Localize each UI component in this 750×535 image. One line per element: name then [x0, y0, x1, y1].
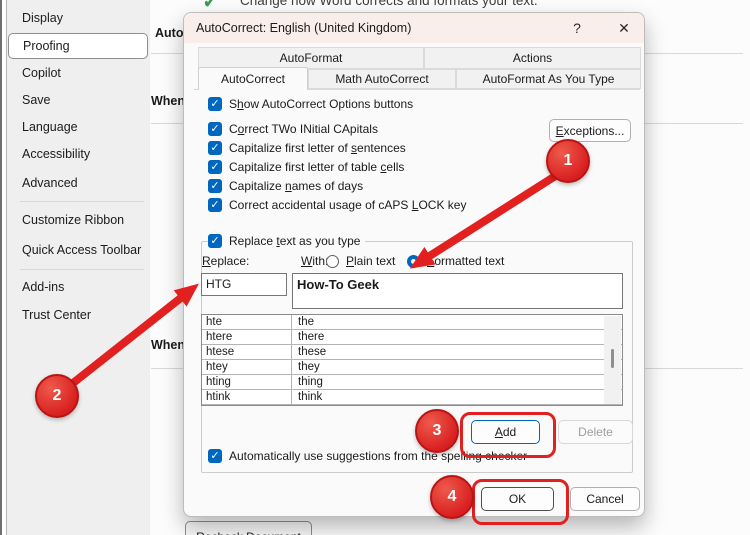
- radio-label: Formatted text: [427, 254, 505, 268]
- replace-cell: hte: [202, 315, 292, 329]
- table-row[interactable]: htere there: [202, 330, 622, 345]
- checkbox-capitalize-days[interactable]: Capitalize names of days: [208, 178, 363, 194]
- table-row[interactable]: htink think: [202, 390, 622, 405]
- with-cell: thing: [298, 376, 323, 388]
- table-row[interactable]: hte the: [202, 315, 622, 330]
- cancel-button[interactable]: Cancel: [570, 487, 640, 511]
- tab-autoformat-as-you-type[interactable]: AutoFormat As You Type: [456, 69, 641, 89]
- table-row[interactable]: htese these: [202, 345, 622, 360]
- checkbox-checked-icon: [208, 141, 222, 155]
- recheck-document-button[interactable]: Recheck Document: [185, 521, 312, 535]
- checkbox-checked-icon: [208, 198, 222, 212]
- dialog-title: AutoCorrect: English (United Kingdom): [196, 21, 412, 35]
- options-sidebar: Display Proofing Copilot Save Language A…: [7, 0, 150, 535]
- sidebar-item-accessibility[interactable]: Accessibility: [7, 141, 150, 168]
- table-row[interactable]: hting thing: [202, 375, 622, 390]
- with-cell: they: [298, 361, 320, 373]
- annotation-highlight-add: [460, 412, 556, 458]
- tab-autoformat[interactable]: AutoFormat: [198, 47, 424, 69]
- sidebar-item-quick-access-toolbar[interactable]: Quick Access Toolbar: [7, 235, 150, 266]
- with-label: With:: [301, 254, 329, 268]
- with-cell: think: [298, 391, 323, 403]
- table-scrollbar[interactable]: [604, 316, 621, 404]
- sidebar-item-trust-center[interactable]: Trust Center: [7, 302, 150, 329]
- sidebar-item-display[interactable]: Display: [7, 5, 150, 32]
- sidebar-item-advanced[interactable]: Advanced: [7, 168, 150, 198]
- step-badge-3: 3: [415, 409, 459, 453]
- radio-on-icon: [407, 254, 420, 268]
- tab-autocorrect[interactable]: AutoCorrect: [198, 67, 308, 90]
- checkbox-checked-icon: [208, 97, 222, 111]
- replacements-table[interactable]: hte the htere there htese these htey they ht…: [201, 314, 623, 406]
- annotation-highlight-ok: [472, 479, 569, 525]
- sidebar-divider: [20, 201, 144, 202]
- checkbox-caps-lock[interactable]: Correct accidental usage of cAPS LOCK ke…: [208, 197, 466, 213]
- autocorrect-dialog: AutoCorrect: English (United Kingdom) ? …: [183, 12, 645, 525]
- step-badge-4: 4: [430, 475, 474, 519]
- tab-actions[interactable]: Actions: [424, 47, 641, 69]
- checkbox-label: Capitalize names of days: [229, 179, 364, 193]
- with-cell: the: [298, 316, 314, 328]
- sidebar-item-copilot[interactable]: Copilot: [7, 60, 150, 87]
- checkbox-capitalize-sentences[interactable]: Capitalize first letter of sentences: [208, 140, 406, 156]
- checkbox-checked-icon: [208, 449, 222, 463]
- radio-formatted-text[interactable]: Formatted text: [407, 253, 504, 269]
- proofing-page-subtitle: Change how Word corrects and formats you…: [240, 0, 538, 8]
- step-badge-2: 2: [35, 374, 79, 418]
- with-cell: these: [298, 346, 327, 358]
- word-options-window: Display Proofing Copilot Save Language A…: [0, 0, 750, 535]
- checkbox-correct-two-initial-capitals[interactable]: Correct TWo INitial CApitals: [208, 121, 378, 137]
- sidebar-item-customize-ribbon[interactable]: Customize Ribbon: [7, 205, 150, 235]
- exceptions-button[interactable]: Exceptions...: [549, 119, 631, 142]
- sidebar-item-proofing[interactable]: Proofing: [8, 33, 148, 59]
- checkbox-show-autocorrect-options[interactable]: Show AutoCorrect Options buttons: [208, 96, 413, 112]
- checkbox-label: Capitalize first letter of table cells: [229, 160, 405, 174]
- sidebar-divider: [20, 269, 144, 270]
- sidebar-item-language[interactable]: Language: [7, 114, 150, 141]
- scrollbar-thumb[interactable]: [611, 349, 614, 368]
- step-badge-1: 1: [546, 139, 590, 183]
- checkbox-checked-icon: [208, 179, 222, 193]
- replace-cell: htere: [202, 330, 292, 344]
- window-left-edge: [0, 0, 2, 535]
- replace-input[interactable]: HTG: [201, 273, 287, 296]
- checkbox-label: Capitalize first letter of sentences: [229, 141, 406, 155]
- with-cell: there: [298, 331, 325, 343]
- checkbox-checked-icon: [208, 122, 222, 136]
- replace-cell: hting: [202, 375, 292, 389]
- tab-math-autocorrect[interactable]: Math AutoCorrect: [308, 69, 456, 89]
- radio-off-icon: [326, 254, 339, 268]
- checkbox-replace-text-as-you-type[interactable]: Replace text as you type: [208, 233, 366, 249]
- checkbox-label: Replace text as you type: [229, 234, 361, 248]
- replace-cell: htese: [202, 345, 292, 359]
- checkbox-capitalize-table-cells[interactable]: Capitalize first letter of table cells: [208, 159, 404, 175]
- checkbox-label: Correct accidental usage of cAPS LOCK ke…: [229, 198, 467, 212]
- replace-cell: htink: [202, 390, 292, 404]
- sidebar-item-save[interactable]: Save: [7, 87, 150, 114]
- help-icon[interactable]: ?: [563, 13, 591, 43]
- with-input[interactable]: How-To Geek: [292, 273, 623, 309]
- checkbox-label: Correct TWo INitial CApitals: [229, 122, 378, 136]
- sidebar-item-add-ins[interactable]: Add-ins: [7, 273, 150, 302]
- delete-button[interactable]: Delete: [558, 420, 633, 444]
- checkbox-label: Show AutoCorrect Options buttons: [229, 97, 414, 111]
- checkbox-checked-icon: [208, 160, 222, 174]
- dialog-titlebar[interactable]: AutoCorrect: English (United Kingdom) ? …: [184, 13, 644, 43]
- replace-cell: htey: [202, 360, 292, 374]
- checkbox-checked-icon: [208, 234, 222, 248]
- radio-label: Plain text: [346, 254, 396, 268]
- table-row[interactable]: htey they: [202, 360, 622, 375]
- close-icon[interactable]: ✕: [610, 13, 638, 43]
- radio-plain-text[interactable]: Plain text: [326, 253, 395, 269]
- replace-label: Replace:: [202, 254, 250, 268]
